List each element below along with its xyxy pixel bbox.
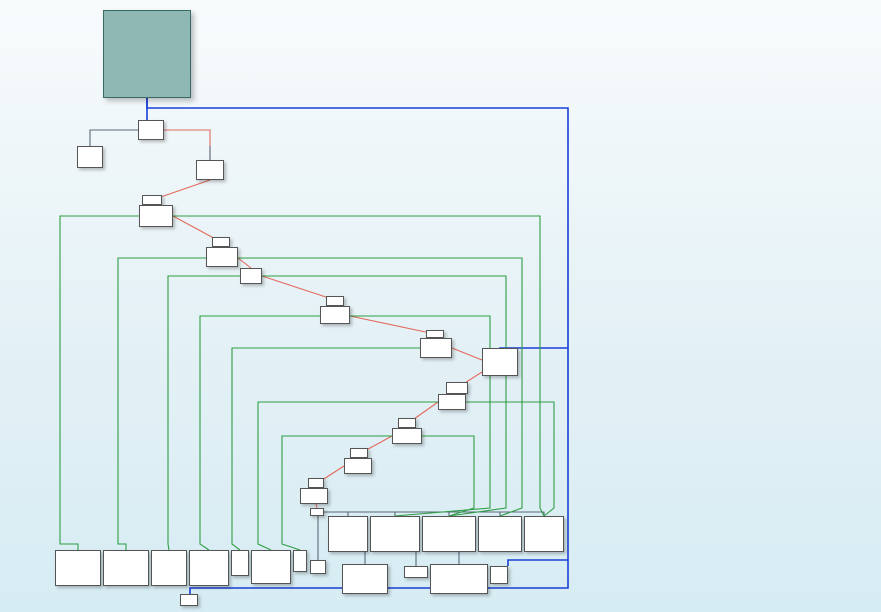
tree-node[interactable]: [103, 550, 149, 586]
edge: [164, 130, 210, 160]
tree-node[interactable]: [344, 458, 372, 474]
tree-node[interactable]: [300, 488, 328, 504]
tree-node[interactable]: [478, 516, 522, 552]
tree-node[interactable]: [426, 330, 444, 338]
tree-node[interactable]: [350, 448, 368, 458]
tree-node[interactable]: [310, 508, 324, 516]
edge: [466, 402, 554, 516]
tree-node[interactable]: [404, 566, 428, 578]
tree-node[interactable]: [398, 418, 416, 428]
tree-node[interactable]: [293, 550, 307, 572]
tree-node[interactable]: [430, 564, 488, 594]
root-node[interactable]: [103, 10, 191, 98]
tree-node[interactable]: [55, 550, 101, 586]
tree-node[interactable]: [308, 478, 324, 488]
tree-node[interactable]: [310, 560, 326, 574]
tree-node[interactable]: [142, 195, 162, 205]
edge: [60, 216, 139, 550]
tree-node[interactable]: [138, 120, 164, 140]
tree-node[interactable]: [189, 550, 229, 586]
tree-node[interactable]: [212, 237, 230, 247]
tree-node[interactable]: [370, 516, 420, 552]
edge: [422, 436, 474, 516]
tree-node[interactable]: [251, 550, 291, 584]
tree-node[interactable]: [524, 516, 564, 552]
tree-node[interactable]: [420, 338, 452, 358]
edge: [452, 348, 482, 360]
tree-node[interactable]: [342, 564, 388, 594]
tree-node[interactable]: [438, 394, 466, 410]
tree-node[interactable]: [231, 550, 249, 576]
edge: [262, 276, 506, 516]
tree-node[interactable]: [240, 268, 262, 284]
tree-node[interactable]: [139, 205, 173, 227]
tree-node[interactable]: [392, 428, 422, 444]
tree-node[interactable]: [446, 382, 468, 394]
edge: [90, 130, 138, 146]
tree-node[interactable]: [180, 594, 198, 606]
tree-node[interactable]: [77, 146, 103, 168]
tree-node[interactable]: [422, 516, 476, 552]
edge: [238, 258, 251, 268]
tree-node[interactable]: [326, 296, 344, 306]
edge: [168, 276, 240, 550]
edge: [350, 316, 435, 334]
edge: [118, 258, 206, 550]
tree-node[interactable]: [206, 247, 238, 267]
tree-node[interactable]: [490, 566, 508, 584]
edge: [508, 560, 568, 566]
edge: [238, 258, 522, 516]
tree-node[interactable]: [151, 550, 187, 586]
tree-node[interactable]: [482, 348, 518, 376]
tree-node[interactable]: [196, 160, 224, 180]
diagram-canvas: [0, 0, 881, 612]
edge: [262, 276, 335, 300]
tree-node[interactable]: [320, 306, 350, 324]
edge: [200, 316, 320, 550]
tree-node[interactable]: [328, 516, 368, 552]
